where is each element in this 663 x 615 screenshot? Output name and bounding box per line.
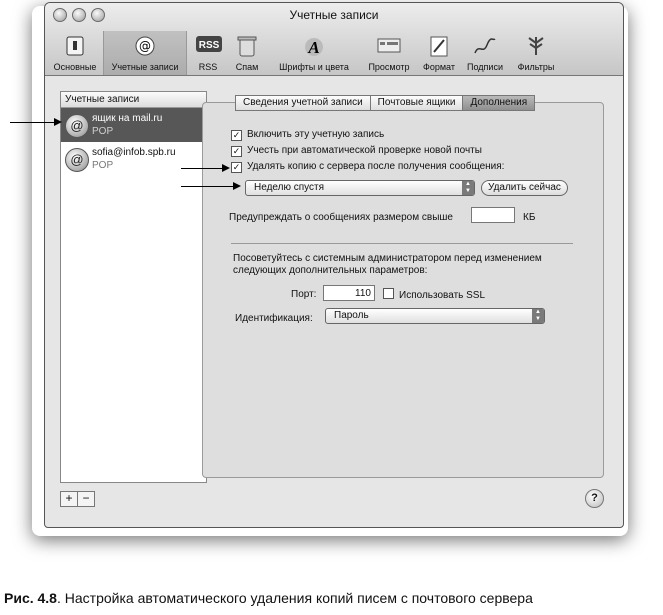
admin-note-line1: Посоветуйтесь с системным администраторо… <box>233 253 542 264</box>
chevron-updown-icon: ▲ ▼ <box>462 181 474 195</box>
account-item-infob[interactable]: @ sofia@infob.spb.ru POP <box>61 142 206 176</box>
callout-arrow-delete-period <box>181 182 241 190</box>
port-label: Порт: <box>291 289 317 300</box>
figure-caption-text: . Настройка автоматического удаления коп… <box>56 590 533 606</box>
tab-account-info[interactable]: Сведения учетной записи <box>235 95 371 111</box>
tab-bar: Сведения учетной записи Почтовые ящики Д… <box>235 95 536 111</box>
svg-text:RSS: RSS <box>199 40 220 51</box>
enable-account-checkbox[interactable]: ✓ <box>231 130 242 141</box>
add-account-button[interactable]: + <box>60 491 78 507</box>
delete-copy-checkbox[interactable]: ✓ <box>231 162 242 173</box>
font-icon: A <box>302 35 326 57</box>
figure-caption: Рис. 4.8. Настройка автоматического удал… <box>4 590 533 606</box>
auth-select[interactable]: Пароль ▲ ▼ <box>325 308 545 324</box>
filter-icon <box>524 35 548 57</box>
add-remove-buttons: + − <box>60 489 95 507</box>
preferences-window: Учетные записи Основные @ Учетные записи… <box>44 2 624 528</box>
chevron-updown-icon: ▲ ▼ <box>532 309 544 323</box>
port-input[interactable]: 110 <box>323 285 375 301</box>
toolbar-filters[interactable]: Фильтры <box>511 31 561 75</box>
accounts-list-header: Учетные записи <box>61 92 206 108</box>
svg-text:A: A <box>307 38 319 57</box>
enable-account-option[interactable]: ✓ Включить эту учетную запись <box>231 129 384 141</box>
at-icon: @ <box>65 114 89 138</box>
ssl-checkbox[interactable] <box>383 288 394 299</box>
switch-icon <box>63 35 87 57</box>
toolbar-accounts[interactable]: @ Учетные записи <box>103 31 187 75</box>
delete-period-select[interactable]: Неделю спустя ▲ ▼ <box>245 180 475 196</box>
admin-note-line2: следующих дополнительных параметров: <box>233 265 428 276</box>
toolbar-spam[interactable]: Спам <box>229 31 265 75</box>
divider <box>231 243 573 244</box>
help-button[interactable]: ? <box>585 489 604 508</box>
warn-size-input[interactable] <box>471 207 515 223</box>
view-icon <box>377 35 401 57</box>
toolbar-signatures[interactable]: Подписи <box>463 31 507 75</box>
tab-mailboxes[interactable]: Почтовые ящики <box>369 95 464 111</box>
toolbar-format[interactable]: Формат <box>419 31 459 75</box>
trash-icon <box>235 35 259 57</box>
at-icon: @ <box>65 148 89 172</box>
signature-icon <box>473 35 497 57</box>
at-icon: @ <box>133 35 157 57</box>
accounts-list: Учетные записи @ ящик на mail.ru POP @ s… <box>60 91 207 483</box>
callout-arrow-account <box>10 118 62 126</box>
warn-size-label: Предупреждать о сообщениях размером свыш… <box>229 212 453 223</box>
window-title: Учетные записи <box>289 8 379 22</box>
warn-size-unit: КБ <box>523 212 536 223</box>
toolbar-fonts[interactable]: A Шрифты и цвета <box>269 31 359 75</box>
pencil-icon <box>427 35 451 57</box>
delete-copy-option[interactable]: ✓ Удалять копию с сервера после получения… <box>231 161 504 173</box>
tab-advanced[interactable]: Дополнения <box>462 95 536 111</box>
remove-account-button[interactable]: − <box>77 491 95 507</box>
toolbar-view[interactable]: Просмотр <box>363 31 415 75</box>
toolbar-rss[interactable]: RSS RSS <box>191 31 225 75</box>
delete-now-button[interactable]: Удалить сейчас <box>481 180 568 196</box>
figure-number: Рис. 4.8 <box>4 590 57 606</box>
toolbar-general[interactable]: Основные <box>49 31 101 75</box>
rss-icon: RSS <box>196 35 222 57</box>
titlebar: Учетные записи Основные @ Учетные записи… <box>45 3 623 76</box>
callout-arrow-delete-copy <box>181 164 230 172</box>
auto-check-checkbox[interactable]: ✓ <box>231 146 242 157</box>
auth-label: Идентификация: <box>235 313 313 324</box>
ssl-option[interactable]: Использовать SSL <box>383 288 485 301</box>
account-item-mail-ru[interactable]: @ ящик на mail.ru POP <box>61 108 206 142</box>
svg-text:@: @ <box>139 39 151 53</box>
auto-check-option[interactable]: ✓ Учесть при автоматической проверке ново… <box>231 145 482 157</box>
